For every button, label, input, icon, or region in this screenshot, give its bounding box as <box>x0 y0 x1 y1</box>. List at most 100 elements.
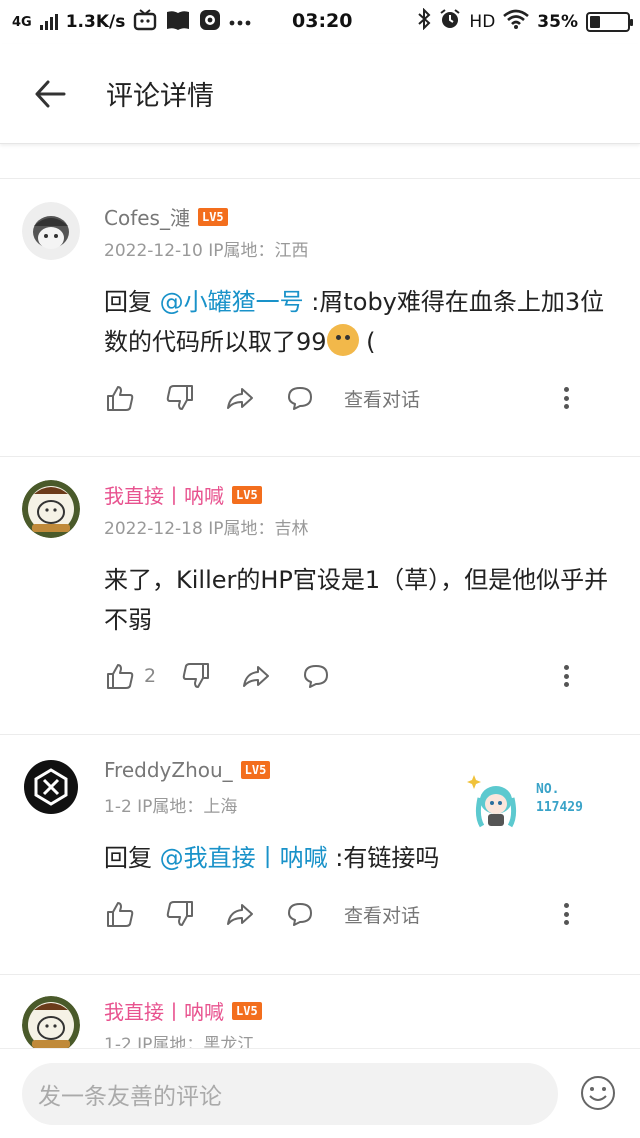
username-text[interactable]: 我直接丨呐喊 <box>104 480 224 509</box>
thumbs-down-icon <box>166 385 193 410</box>
share-arrow-icon <box>227 388 253 409</box>
status-bar: 4G 1.3K/s 03:20 HD 35% <box>0 0 640 44</box>
username-text[interactable]: Cofes_漣 <box>104 202 190 231</box>
app-header: 评论详情 <box>0 44 640 144</box>
fan-badge: NO. 117429 <box>464 772 594 832</box>
divider <box>0 974 640 975</box>
level-badge: LV5 <box>240 761 271 779</box>
signal-icon <box>39 14 58 30</box>
thumbs-up-icon <box>107 664 134 689</box>
divider <box>0 456 640 457</box>
reply-button[interactable] <box>280 894 320 934</box>
like-button[interactable] <box>100 656 140 696</box>
bluetooth-icon <box>417 7 431 35</box>
comment-actions: 查看对话 <box>100 378 620 418</box>
alarm-icon <box>439 8 461 35</box>
reply-button[interactable] <box>296 656 336 696</box>
avatar[interactable] <box>22 480 80 538</box>
anime-character-icon <box>467 775 517 828</box>
more-options-button[interactable] <box>556 900 576 928</box>
level-badge: LV5 <box>232 485 262 504</box>
comment-meta: 1-2 IP属地：黑龙江 <box>104 1035 255 1048</box>
view-conversation-link[interactable]: 查看对话 <box>344 385 420 412</box>
mention-link[interactable]: @小罐猹一号 <box>160 288 304 316</box>
thumbs-down-icon <box>166 901 193 926</box>
more-notifications-icon <box>229 12 251 32</box>
level-badge: LV5 <box>232 1001 262 1020</box>
comment-input-bar: 发一条友善的评论 <box>0 1048 640 1138</box>
reply-prefix: 回复 <box>104 844 160 872</box>
share-button[interactable] <box>236 656 276 696</box>
comment-meta: 1-2 IP属地：上海 <box>104 797 238 817</box>
clock: 03:20 <box>292 10 353 32</box>
comment-text-tail: ( <box>358 328 376 356</box>
username[interactable]: 我直接丨呐喊 LV5 <box>104 480 262 509</box>
comment-bubble-icon <box>288 903 312 926</box>
comment-bubble-icon <box>304 665 329 688</box>
mention-link[interactable]: @我直接丨呐喊 <box>160 844 328 872</box>
dislike-button[interactable] <box>160 378 200 418</box>
back-button[interactable] <box>30 74 70 114</box>
comment-item: FreddyZhou_ LV5 1-2 IP属地：上海 NO. 117429 回… <box>0 758 640 968</box>
hd-indicator: HD <box>469 11 496 32</box>
share-button[interactable] <box>220 378 260 418</box>
badge-number: 117429 <box>536 800 583 815</box>
arrow-left-icon <box>35 80 66 108</box>
comment-text: 来了，Killer的HP官设是1（草），但是他似乎并不弱 <box>104 566 609 634</box>
share-arrow-icon <box>243 666 270 687</box>
comment-item: 我直接丨呐喊 LV5 2022-12-18 IP属地：吉林 来了，Killer的… <box>0 480 640 730</box>
comment-body: 回复 @小罐猹一号 :屑toby难得在血条上加3位数的代码所以取了99 ( <box>104 282 624 362</box>
like-count: 2 <box>144 665 157 687</box>
comment-actions: 查看对话 <box>100 894 620 934</box>
username-text[interactable]: 我直接丨呐喊 <box>104 996 224 1025</box>
battery-percent: 35% <box>537 11 578 32</box>
username[interactable]: 我直接丨呐喊 LV5 <box>104 996 262 1025</box>
thumbs-down-icon <box>182 663 210 688</box>
doge-emoji-icon <box>326 324 359 356</box>
battery-level <box>590 15 600 28</box>
comment-item: 我直接丨呐喊 LV5 1-2 IP属地：黑龙江 <box>0 996 640 1048</box>
book-app-icon <box>165 9 191 36</box>
smiley-face-icon <box>581 1076 615 1110</box>
username[interactable]: FreddyZhou_ LV5 <box>104 758 271 782</box>
username[interactable]: Cofes_漣 LV5 <box>104 202 228 231</box>
badge-label: NO. <box>536 782 560 797</box>
comment-meta: 2022-12-10 IP属地：江西 <box>104 241 309 261</box>
username-text[interactable]: FreddyZhou_ <box>104 758 233 782</box>
avatar[interactable] <box>22 758 80 816</box>
network-speed: 1.3K/s <box>65 12 126 32</box>
divider <box>0 178 640 179</box>
reply-button[interactable] <box>280 378 320 418</box>
share-button[interactable] <box>220 894 260 934</box>
network-type: 4G <box>12 14 32 30</box>
battery-icon <box>586 11 633 32</box>
comment-body: 回复 @我直接丨呐喊 :有链接吗 <box>104 838 624 878</box>
page-title: 评论详情 <box>106 81 214 112</box>
like-button[interactable] <box>100 894 140 934</box>
divider <box>0 734 640 735</box>
thumbs-up-icon <box>107 902 134 927</box>
status-left: 4G 1.3K/s <box>12 8 251 36</box>
comment-item: Cofes_漣 LV5 2022-12-10 IP属地：江西 回复 @小罐猹一号… <box>0 202 640 452</box>
dislike-button[interactable] <box>176 656 216 696</box>
level-badge: LV5 <box>197 207 228 226</box>
share-arrow-icon <box>227 904 253 925</box>
comment-text: :有链接吗 <box>327 844 440 872</box>
comment-body: 来了，Killer的HP官设是1（草），但是他似乎并不弱 <box>104 560 624 640</box>
view-conversation-link[interactable]: 查看对话 <box>344 901 420 928</box>
thumbs-up-icon <box>107 386 134 411</box>
more-options-button[interactable] <box>556 384 576 412</box>
like-button[interactable] <box>100 378 140 418</box>
comment-input[interactable]: 发一条友善的评论 <box>22 1063 558 1125</box>
avatar[interactable] <box>22 996 80 1048</box>
comment-bubble-icon <box>288 387 312 410</box>
wifi-icon <box>503 9 530 34</box>
more-options-button[interactable] <box>556 662 576 690</box>
emoji-button[interactable] <box>580 1075 616 1111</box>
comment-actions: 2 <box>100 656 620 696</box>
status-right: HD 35% <box>417 7 633 35</box>
avatar[interactable] <box>22 202 80 260</box>
dislike-button[interactable] <box>160 894 200 934</box>
media-app-icon <box>199 9 221 36</box>
reply-prefix: 回复 <box>104 288 160 316</box>
